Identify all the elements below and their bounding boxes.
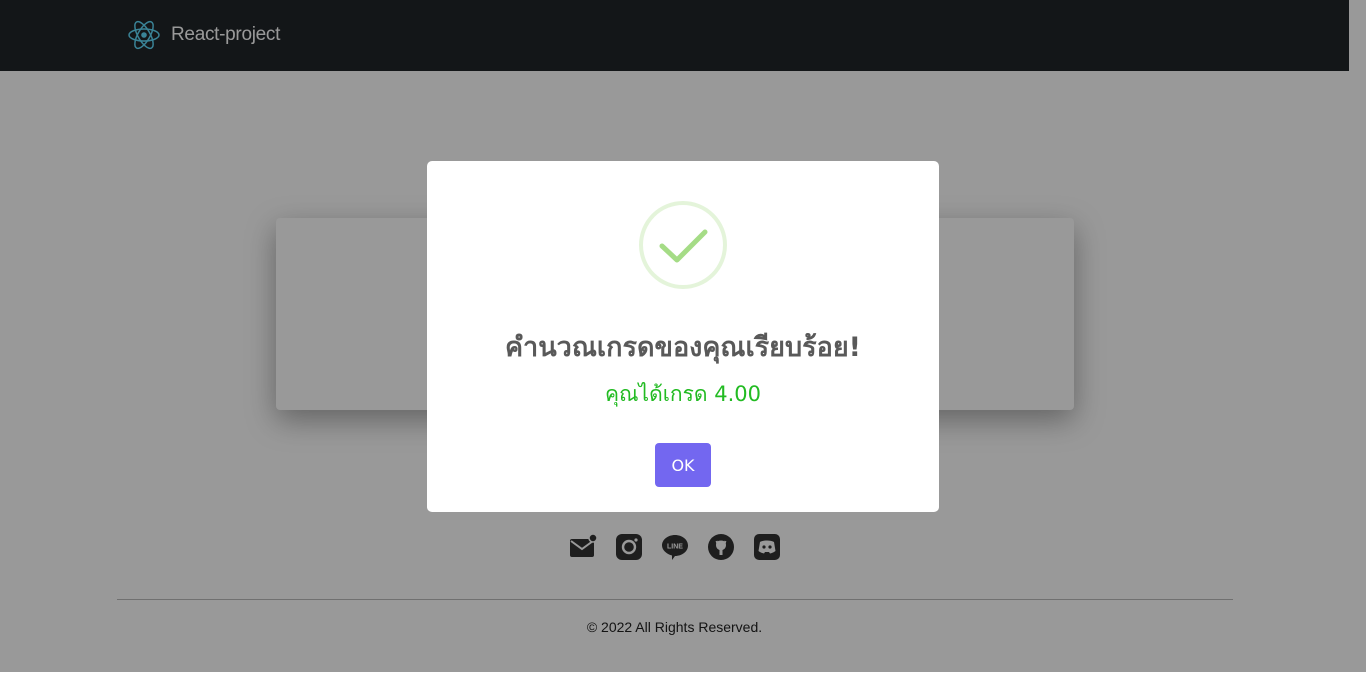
success-check-icon — [639, 201, 727, 289]
modal-title: คำนวณเกรดของคุณเรียบร้อย! — [504, 332, 861, 363]
modal-backdrop[interactable]: คำนวณเกรดของคุณเรียบร้อย! คุณได้เกรด 4.0… — [0, 0, 1366, 672]
alert-modal: คำนวณเกรดของคุณเรียบร้อย! คุณได้เกรด 4.0… — [427, 161, 939, 512]
ok-button[interactable]: OK — [655, 443, 711, 487]
grade-result-text: คุณได้เกรด 4.00 — [605, 382, 761, 406]
